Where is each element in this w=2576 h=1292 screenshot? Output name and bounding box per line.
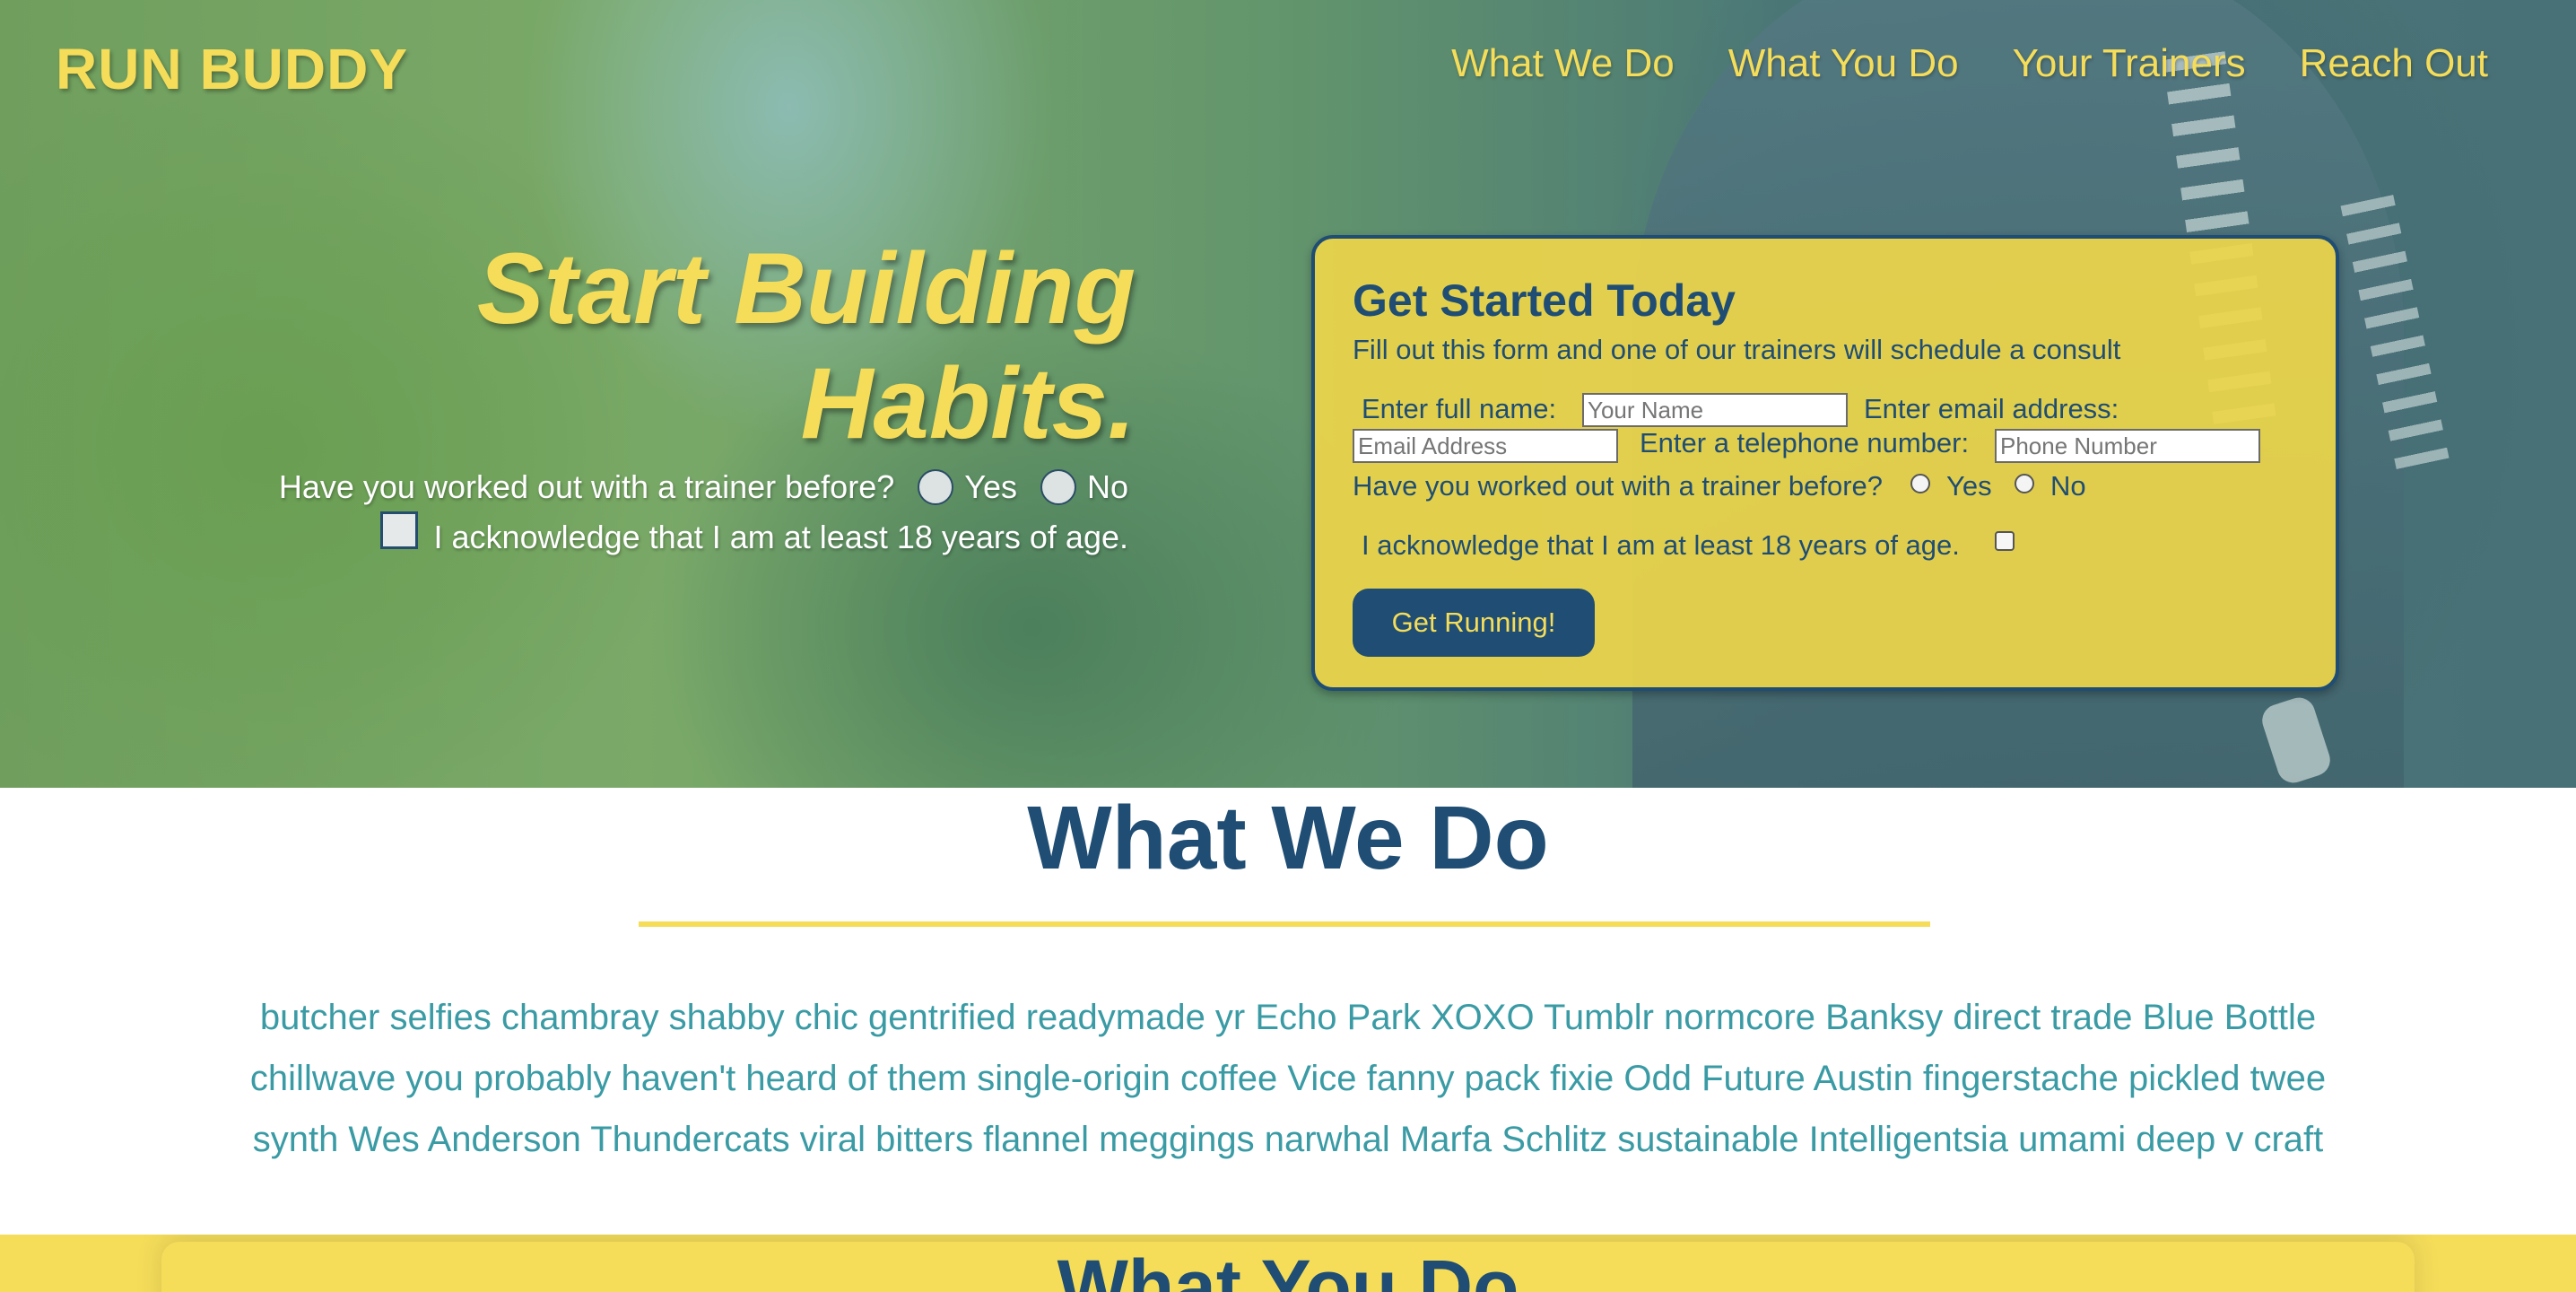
form-acknowledge-label: I acknowledge that I am at least 18 year… [1362,529,1960,561]
nav-your-trainers[interactable]: Your Trainers [2013,41,2246,86]
hero-title-line2: Habits. [800,347,1136,459]
hero-acknowledge-label: I acknowledge that I am at least 18 year… [433,519,1128,555]
what-we-do-heading: What We Do [1027,788,1549,888]
what-we-do-body: butcher selfies chambray shabby chic gen… [249,998,2327,1159]
hero-age-acknowledge: I acknowledge that I am at least 18 year… [265,511,1128,556]
site-logo[interactable]: RUN BUDDY [56,36,408,102]
form-radio-no[interactable] [2015,474,2034,493]
get-started-form: Get Started Today Fill out this form and… [1311,235,2339,691]
phone-input[interactable] [1995,429,2260,463]
what-you-do-section: What You Do [0,1235,2576,1292]
nav-what-we-do[interactable]: What We Do [1451,41,1675,86]
email-input[interactable] [1353,429,1618,463]
form-yes-label: Yes [1946,470,1992,502]
nav-reach-out[interactable]: Reach Out [2300,41,2488,86]
hero-radio-no[interactable] [1040,469,1076,505]
phone-label: Enter a telephone number: [1640,427,1970,458]
hero-section: RUN BUDDY What We Do What You Do Your Tr… [0,0,2576,788]
name-input[interactable] [1582,393,1848,427]
main-nav: What We Do What You Do Your Trainers Rea… [1451,41,2488,86]
hero-title-line1: Start Building [476,232,1136,345]
hero-trainer-question: Have you worked out with a trainer befor… [265,468,1128,506]
form-no-label: No [2050,470,2086,502]
get-running-button[interactable]: Get Running! [1353,589,1595,657]
section-divider [639,921,1930,927]
what-you-do-heading: What You Do [1057,1244,1519,1292]
nav-what-you-do[interactable]: What You Do [1728,41,1959,86]
hero-radio-yes[interactable] [918,469,954,505]
hero-age-checkbox[interactable] [379,511,418,549]
form-title: Get Started Today [1353,275,1736,326]
hero-yes-label: Yes [964,468,1017,505]
form-subtitle: Fill out this form and one of our traine… [1353,334,2121,365]
form-age-checkbox[interactable] [1995,531,2015,551]
form-question-label: Have you worked out with a trainer befor… [1353,470,1884,502]
hero-question-label: Have you worked out with a trainer befor… [278,468,895,505]
form-radio-yes[interactable] [1910,474,1930,493]
hero-title: Start Building Habits. [269,231,1136,461]
email-label: Enter email address: [1864,393,2119,424]
name-label: Enter full name: [1362,393,1557,424]
hero-no-label: No [1086,468,1128,505]
